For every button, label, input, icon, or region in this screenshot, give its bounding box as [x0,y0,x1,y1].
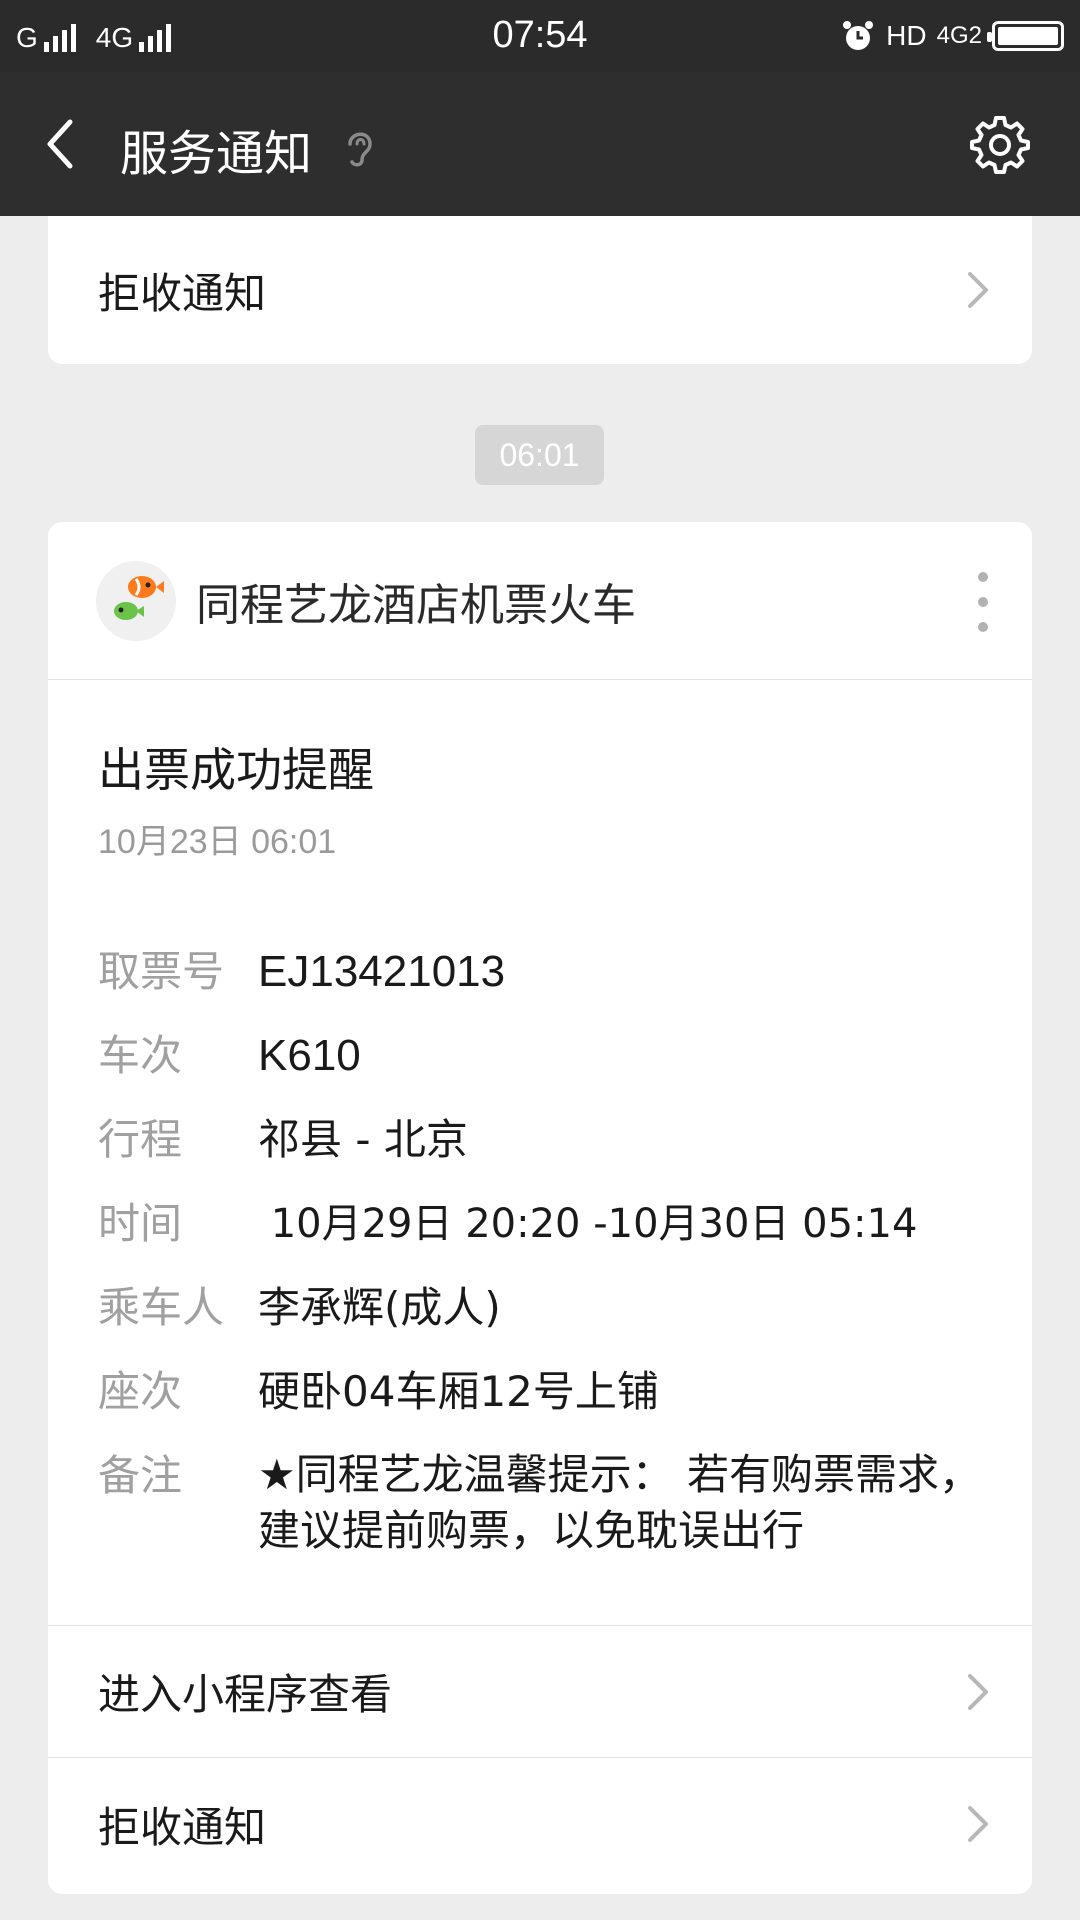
field-label: 车次 [98,1031,183,1080]
field-value: 祁县 - 北京 [258,1115,468,1164]
field-value: K610 [258,1031,361,1080]
sender-header[interactable]: 同程艺龙酒店机票火车 [48,522,1032,680]
chevron-right-icon [968,1806,988,1842]
alarm-icon [843,21,874,50]
reject-notification-label: 拒收通知 [98,1802,267,1852]
field-seat: 座次 硬卧04车厢12号上铺 [98,1363,984,1421]
field-value: 硬卧04车厢12号上铺 [258,1367,659,1416]
status-bar: G 4G 07:54 HD 4G2 [0,0,1080,72]
field-value: ★同程艺龙温馨提示： 若有购票需求，建议提前购票，以免耽误出行 [258,1450,982,1555]
hd-label: HD [886,20,927,51]
app-bar: 服务通知 [0,72,1080,216]
gear-icon[interactable] [970,114,1030,174]
field-ticket-number: 取票号 EJ13421013 [98,943,984,1001]
page-title: 服务通知 [120,126,313,182]
field-route: 行程 祁县 - 北京 [98,1111,984,1169]
field-label: 取票号 [98,947,225,996]
sender-name: 同程艺龙酒店机票火车 [196,579,636,631]
field-value: EJ13421013 [258,947,506,996]
field-passenger: 乘车人 李承辉(成人) [98,1279,984,1337]
field-train-number: 车次 K610 [98,1027,984,1085]
message-fields: 取票号 EJ13421013 车次 K610 行程 祁县 - 北京 时间 10月… [98,943,984,1559]
field-label: 行程 [98,1115,183,1164]
battery-icon [987,21,1064,51]
network-label: 4G2 [936,22,982,49]
reject-notification-row[interactable]: 拒收通知 [48,1758,1032,1890]
message-title: 出票成功提醒 [98,743,374,797]
field-label: 备注 [98,1451,183,1500]
reject-notification-label: 拒收通知 [98,268,267,318]
message-body: 出票成功提醒 10月23日 06:01 取票号 EJ13421013 车次 K6… [48,680,1032,1626]
more-options-icon[interactable] [976,572,990,632]
chevron-right-icon [968,272,988,308]
fish-logo-icon [96,560,176,641]
previous-message-card: 拒收通知 [48,216,1032,364]
message-date: 10月23日 06:01 [98,823,337,861]
field-value: 李承辉(成人) [258,1283,501,1332]
chevron-right-icon [968,1673,988,1710]
back-button[interactable] [40,116,88,172]
field-time: 时间 10月29日 20:20 -10月30日 05:14 [98,1195,984,1253]
field-value: 10月29日 20:20 -10月30日 05:14 [258,1201,918,1247]
reject-notification-row-top[interactable]: 拒收通知 [48,216,1032,364]
open-miniprogram-label: 进入小程序查看 [98,1670,393,1719]
field-label: 座次 [98,1367,183,1416]
field-label: 乘车人 [98,1283,225,1332]
field-label: 时间 [98,1199,183,1248]
field-note: 备注 ★同程艺龙温馨提示： 若有购票需求，建议提前购票，以免耽误出行 [98,1447,984,1559]
status-icons: HD 4G2 [840,14,1064,58]
ear-icon [348,132,372,167]
open-miniprogram-row[interactable]: 进入小程序查看 [48,1626,1032,1758]
timestamp-badge: 06:01 [475,425,604,485]
avatar [96,560,176,641]
message-card: 同程艺龙酒店机票火车 出票成功提醒 10月23日 06:01 取票号 EJ134… [48,522,1032,1894]
